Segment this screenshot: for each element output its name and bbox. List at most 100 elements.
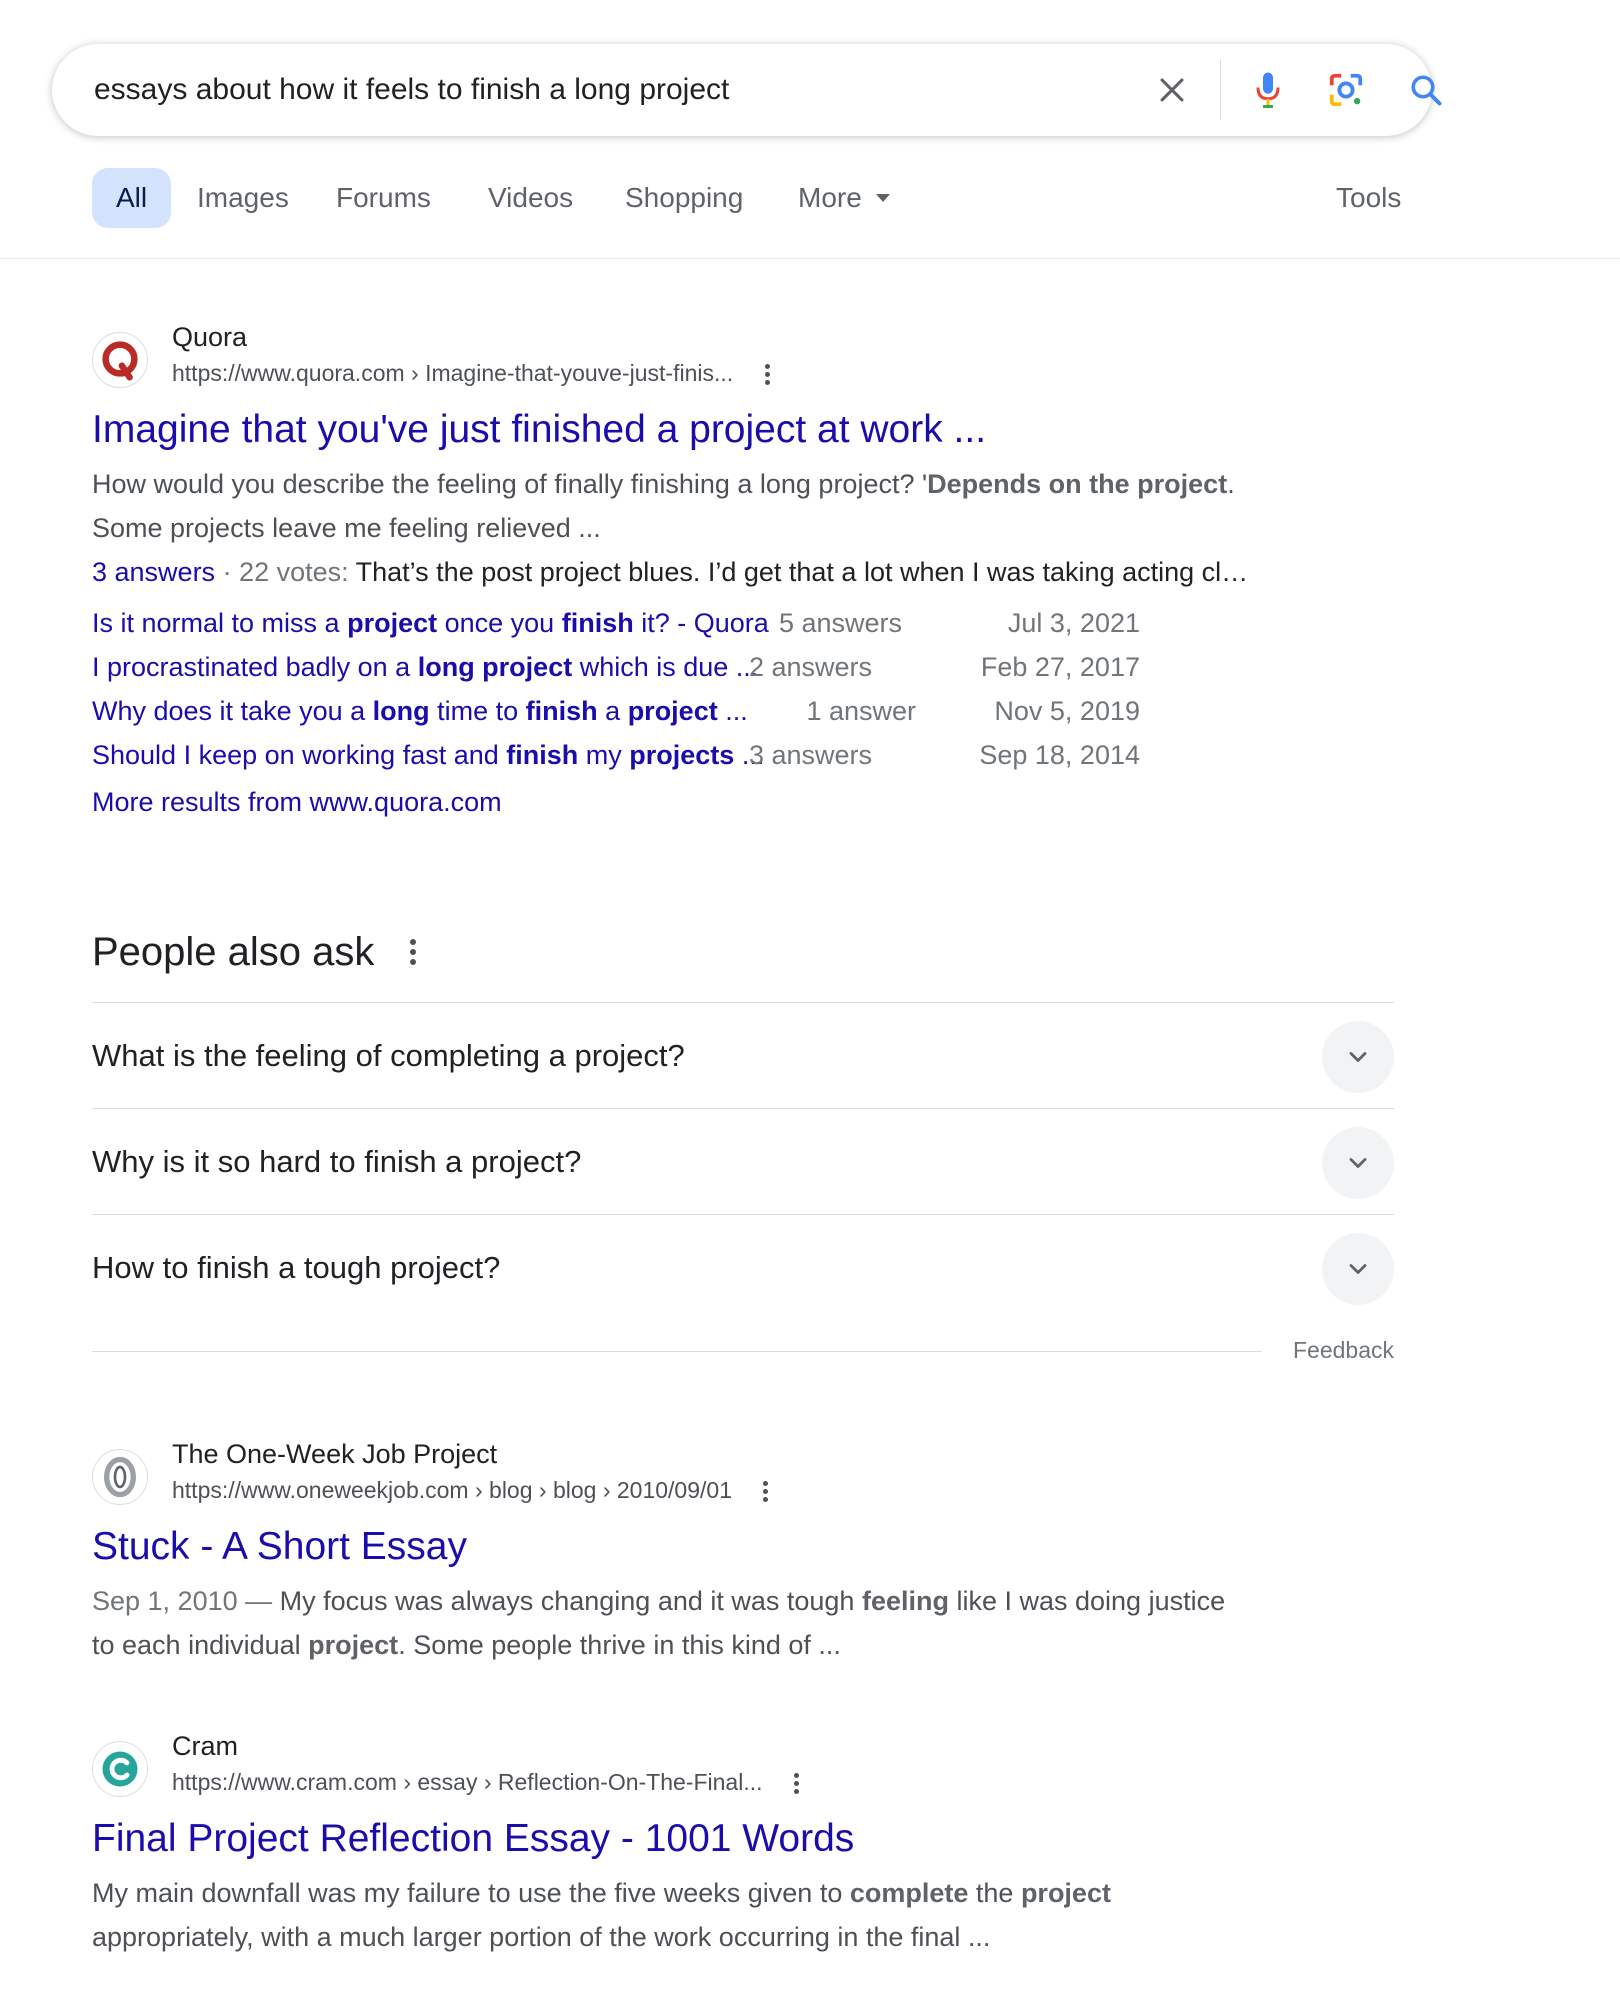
quora-logo-icon [92, 332, 148, 388]
tab-all[interactable]: All [92, 168, 172, 228]
paa-question-text: Why is it so hard to finish a project? [92, 1143, 582, 1179]
search-result: Cram https://www.cram.com › essay › Refl… [92, 1731, 1372, 1959]
result-snippet: My main downfall was my failure to use t… [92, 1871, 1372, 1959]
feedback-row: Feedback [92, 1321, 1394, 1381]
sublink-date: Feb 27, 2017 [980, 652, 1140, 682]
sublink-answers: 1 answer [806, 696, 916, 726]
divider [92, 1351, 1262, 1352]
clear-icon[interactable] [1152, 70, 1192, 110]
snippet-text: like I was doing justice [948, 1586, 1226, 1616]
snippet-text: My main downfall was my failure to use t… [92, 1878, 850, 1908]
result-site-row: The One-Week Job Project https://www.one… [92, 1439, 1372, 1511]
result-site-name: Cram [172, 1731, 238, 1761]
tabs-divider [0, 258, 1620, 259]
tab-videos[interactable]: Videos [488, 168, 573, 228]
result-title-link[interactable]: Imagine that you've just finished a proj… [92, 404, 1372, 456]
tab-label: All [116, 182, 148, 213]
sublink-row: Why does it take you a long time to fini… [92, 692, 1372, 736]
oneweekjob-logo-icon [92, 1449, 148, 1505]
sublinks-list: Is it normal to miss a project once you … [92, 604, 1372, 780]
paa-question[interactable]: How to finish a tough project? [92, 1215, 1394, 1321]
tab-tools[interactable]: Tools [1336, 168, 1401, 228]
result-url[interactable]: https://www.quora.com › Imagine-that-you… [172, 360, 772, 388]
result-title-link[interactable]: Final Project Reflection Essay - 1001 Wo… [92, 1813, 1372, 1865]
snippet-text: appropriately, with a much larger portio… [92, 1922, 991, 1952]
sublink-row: Is it normal to miss a project once you … [92, 604, 1372, 648]
tab-images[interactable]: Images [197, 168, 289, 228]
sublink-answers: 3 answers [748, 740, 872, 770]
result-snippet: Sep 1, 2010 — My focus was always changi… [92, 1579, 1372, 1667]
snippet-bold: project [308, 1630, 399, 1660]
people-also-ask: People also ask What is the feeling of c… [92, 920, 1394, 1381]
lens-icon[interactable] [1326, 70, 1366, 110]
chevron-down-icon[interactable] [1322, 1127, 1394, 1199]
snippet-text: . [1227, 469, 1235, 499]
result-url-text: https://www.cram.com › essay › Reflectio… [172, 1769, 763, 1795]
sublink-answers: 2 answers [748, 652, 872, 682]
snippet-text: the [968, 1878, 1021, 1908]
sublink-date: Sep 18, 2014 [979, 740, 1140, 770]
sublink-title[interactable]: Why does it take you a long time to fini… [92, 696, 748, 727]
more-options-icon[interactable] [791, 1771, 801, 1797]
paa-heading: People also ask [92, 929, 375, 974]
feedback-link[interactable]: Feedback [1293, 1337, 1394, 1364]
votes-count: · 22 votes: [215, 557, 356, 587]
result-url[interactable]: https://www.oneweekjob.com › blog › blog… [172, 1477, 770, 1505]
paa-heading-row: People also ask [92, 920, 1394, 984]
mic-icon[interactable] [1248, 70, 1288, 110]
cram-logo-icon [92, 1741, 148, 1797]
more-options-icon[interactable] [408, 939, 418, 965]
result-site-row: Cram https://www.cram.com › essay › Refl… [92, 1731, 1372, 1803]
result-date: Sep 1, 2010 — [92, 1586, 273, 1616]
search-result: Quora https://www.quora.com › Imagine-th… [92, 322, 1372, 824]
sublink-title[interactable]: Is it normal to miss a project once you … [92, 608, 769, 639]
more-results-link[interactable]: More results from www.quora.com [92, 780, 1372, 824]
tab-forums[interactable]: Forums [336, 168, 431, 228]
answer-meta-line: 3 answers · 22 votes: That’s the post pr… [92, 550, 1372, 594]
chevron-down-icon[interactable] [1322, 1021, 1394, 1093]
search-bar-divider [1220, 60, 1221, 120]
search-tabs: All Images Forums Videos Shopping More T… [92, 168, 1422, 228]
result-title-link[interactable]: Stuck - A Short Essay [92, 1521, 1372, 1573]
sublink-title[interactable]: Should I keep on working fast and finish… [92, 740, 764, 771]
paa-question[interactable]: What is the feeling of completing a proj… [92, 1003, 1394, 1109]
search-result: The One-Week Job Project https://www.one… [92, 1439, 1372, 1667]
result-site-row: Quora https://www.quora.com › Imagine-th… [92, 322, 1372, 394]
result-snippet: How would you describe the feeling of fi… [92, 462, 1372, 550]
snippet-text: . Some people thrive in this kind of ... [398, 1630, 841, 1660]
tab-label: Videos [488, 182, 574, 213]
paa-question[interactable]: Why is it so hard to finish a project? [92, 1109, 1394, 1215]
snippet-text: How would you describe the feeling of fi… [92, 469, 928, 499]
snippet-bold: Depends on the project [927, 469, 1228, 499]
search-input[interactable] [94, 66, 1054, 114]
search-icon[interactable] [1406, 70, 1446, 110]
tab-label: Shopping [625, 182, 744, 213]
tab-label: Images [197, 182, 289, 213]
caret-down-icon [875, 194, 890, 202]
result-site-name: Quora [172, 322, 248, 352]
answer-snippet: That’s the post project blues. I’d get t… [355, 557, 1249, 587]
paa-question-text: How to finish a tough project? [92, 1250, 501, 1285]
tab-shopping[interactable]: Shopping [625, 168, 743, 228]
snippet-text: Some projects leave me feeling relieved … [92, 513, 601, 543]
sublink-title[interactable]: I procrastinated badly on a long project… [92, 652, 758, 683]
sublink-answers: 5 answers [778, 608, 902, 638]
answers-link[interactable]: 3 answers [92, 557, 215, 587]
snippet-bold: project [1020, 1878, 1111, 1908]
tab-label: Tools [1336, 182, 1402, 213]
result-url-text: https://www.oneweekjob.com › blog › blog… [172, 1477, 732, 1503]
tab-label: More [798, 182, 862, 213]
paa-question-text: What is the feeling of completing a proj… [92, 1037, 685, 1073]
tab-more[interactable]: More [798, 168, 890, 228]
result-url-text: https://www.quora.com › Imagine-that-you… [172, 360, 734, 386]
snippet-bold: feeling [861, 1586, 949, 1616]
tab-label: Forums [336, 182, 431, 213]
more-options-icon[interactable] [760, 1479, 770, 1505]
more-options-icon[interactable] [762, 362, 772, 388]
result-url[interactable]: https://www.cram.com › essay › Reflectio… [172, 1769, 801, 1797]
chevron-down-icon[interactable] [1322, 1233, 1394, 1305]
sublink-date: Nov 5, 2019 [994, 696, 1140, 726]
sublink-row: I procrastinated badly on a long project… [92, 648, 1372, 692]
snippet-bold: complete [849, 1878, 969, 1908]
result-site-name: The One-Week Job Project [172, 1439, 498, 1469]
